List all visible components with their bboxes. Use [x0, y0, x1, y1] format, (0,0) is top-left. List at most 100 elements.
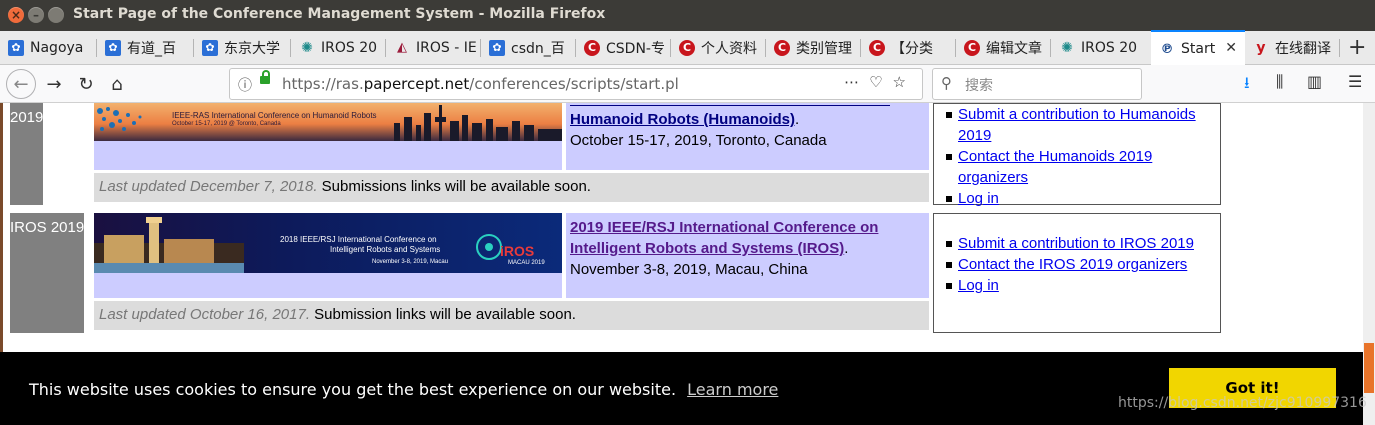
tab-csdn-baidu[interactable]: ✿ csdn_百 — [481, 31, 576, 64]
back-button[interactable]: ← — [6, 69, 36, 99]
bookmark-star-icon[interactable]: ☆ — [893, 73, 916, 91]
reload-button[interactable]: ↻ — [72, 70, 100, 98]
sidebar-icon[interactable]: ▥ — [1307, 72, 1322, 91]
youdao-icon: y — [1256, 39, 1266, 56]
humanoids-banner-image — [97, 105, 562, 141]
tab-profile[interactable]: C 个人资料 — [671, 31, 766, 64]
humanoids-info: Humanoid Robots (Humanoids). October 15-… — [566, 103, 929, 170]
humanoids-banner[interactable]: IEEE-RAS International Conference on Hum… — [94, 103, 562, 170]
list-item: Log in — [934, 275, 1220, 296]
search-bar[interactable]: ⚲ 搜索 — [932, 68, 1142, 100]
home-button[interactable]: ⌂ — [103, 70, 131, 98]
csdn-icon: C — [584, 39, 600, 56]
humanoids-conference-link[interactable]: Humanoid Robots (Humanoids) — [570, 111, 795, 128]
library-icon[interactable]: ⫼ — [1276, 72, 1283, 92]
search-placeholder: 搜索 — [965, 78, 993, 94]
tab-label: Start — [1181, 41, 1216, 57]
list-item: Submit a contribution to IROS 2019 — [934, 233, 1220, 254]
learn-more-link[interactable]: Learn more — [687, 380, 778, 399]
tab-label: 个人资料 — [701, 40, 757, 57]
tab-category-manage[interactable]: C 类别管理 — [766, 31, 861, 64]
page-actions-menu-icon[interactable]: ⋯ — [844, 73, 869, 91]
tab-label: 编辑文章 — [986, 40, 1042, 57]
banner-subcaption: November 3-8, 2019, Macau — [372, 259, 449, 265]
tab-label: IROS - IE — [416, 39, 477, 56]
submit-iros-link[interactable]: Submit a contribution to IROS 2019 — [958, 235, 1194, 252]
iros-links-box: Submit a contribution to IROS 2019 Conta… — [933, 213, 1221, 333]
updated-message: Submissions links will be available soon… — [317, 178, 591, 195]
papercept-icon: ℗ — [1160, 41, 1174, 57]
window-close-button[interactable]: × — [8, 7, 24, 23]
contact-humanoids-link[interactable]: Contact the Humanoids 2019 organizers — [958, 148, 1152, 186]
window-maximize-button[interactable] — [48, 7, 64, 23]
csdn-icon: C — [964, 39, 980, 56]
banner-caption: IEEE-RAS International Conference on Hum… — [172, 111, 377, 120]
submit-humanoids-link[interactable]: Submit a contribution to Humanoids 2019 — [958, 106, 1196, 144]
forward-button[interactable]: → — [40, 70, 68, 98]
iros-banner[interactable]: 2018 IEEE/RSJ International Conference o… — [94, 213, 562, 298]
login-humanoids-link[interactable]: Log in — [958, 190, 999, 207]
download-icon[interactable]: ⭳ — [1244, 72, 1250, 99]
conference-name-iros: IROS 2019 — [10, 213, 85, 333]
tab-tokyo-univ[interactable]: ✿ 东京大学 — [194, 31, 291, 64]
tab-iros-2[interactable]: ✺ IROS 20 — [1051, 31, 1151, 64]
tab-category[interactable]: C 【分类 — [861, 31, 956, 64]
cookie-consent-bar: This website uses cookies to ensure you … — [0, 352, 1363, 425]
url-text[interactable]: https://ras.papercept.net/conferences/sc… — [282, 75, 679, 93]
list-item: Contact the IROS 2019 organizers — [934, 254, 1220, 275]
ieee-icon: ✺ — [301, 39, 313, 56]
search-icon: ⚲ — [941, 74, 952, 92]
lock-icon[interactable] — [260, 70, 270, 84]
humanoids-dates: October 15-17, 2019, Toronto, Canada — [570, 132, 827, 149]
tab-label: 【分类 — [891, 40, 933, 57]
url-bar[interactable]: ⓘ https://ras.papercept.net/conferences/… — [229, 68, 923, 100]
title-overline — [570, 105, 890, 106]
scrollbar-thumb[interactable] — [1364, 343, 1374, 393]
login-iros-link[interactable]: Log in — [958, 277, 999, 294]
iros-logo-subtitle: MACAU 2019 — [508, 260, 545, 266]
contact-iros-link[interactable]: Contact the IROS 2019 organizers — [958, 256, 1187, 273]
iros-conference-link[interactable]: 2019 IEEE/RSJ International Conference o… — [570, 219, 878, 257]
updated-date: Last updated December 7, 2018. — [99, 178, 318, 195]
updated-date: Last updated October 16, 2017. — [99, 306, 310, 323]
tab-iros-ieee[interactable]: ◭ IROS - IE — [386, 31, 481, 64]
tab-youdao-baidu[interactable]: ✿ 有道_百 — [97, 31, 194, 64]
banner-subcaption: October 15-17, 2019 @ Toronto, Canada — [172, 121, 281, 127]
tab-edit-article[interactable]: C 编辑文章 — [956, 31, 1051, 64]
tab-strip: ✿ Nagoya ✿ 有道_百 ✿ 东京大学 ✺ IROS 20 ◭ IROS - IE … — [0, 30, 1375, 66]
csdn-icon: C — [774, 39, 790, 56]
paw-icon: ✿ — [8, 39, 24, 56]
title-suffix: . — [795, 111, 800, 128]
banner-caption-2: Intelligent Robots and Systems — [330, 245, 441, 254]
tab-label: 类别管理 — [796, 40, 852, 57]
tab-label: 东京大学 — [224, 40, 280, 57]
info-icon[interactable]: ⓘ — [238, 75, 252, 95]
tab-start-active[interactable]: ℗ Start ✕ — [1151, 30, 1245, 66]
close-tab-icon[interactable]: ✕ — [1225, 40, 1237, 56]
tab-label: csdn_百 — [511, 40, 565, 57]
humanoids-update-note: Last updated December 7, 2018. Submissio… — [94, 173, 929, 202]
paw-icon: ✿ — [489, 39, 505, 56]
window-title-bar: × – Start Page of the Conference Managem… — [0, 0, 1375, 31]
page-actions: ⋯♡☆ — [844, 73, 916, 91]
tab-iros-1[interactable]: ✺ IROS 20 — [291, 31, 386, 64]
tab-online-translate[interactable]: y 在线翻译 — [1245, 31, 1340, 64]
tab-label: CSDN-专 — [606, 40, 665, 57]
pocket-icon[interactable]: ♡ — [869, 73, 892, 91]
window-title: Start Page of the Conference Management … — [73, 6, 606, 22]
tab-label: Nagoya — [30, 39, 84, 56]
paw-icon: ✿ — [105, 39, 121, 56]
tab-label: 有道_百 — [127, 40, 176, 57]
new-tab-button[interactable]: + — [1348, 35, 1366, 60]
navigation-toolbar: ← → ↻ ⌂ ⓘ https://ras.papercept.net/conf… — [0, 65, 1375, 103]
iros-update-note: Last updated October 16, 2017. Submissio… — [94, 301, 929, 330]
banner-caption: 2018 IEEE/RSJ International Conference o… — [280, 235, 437, 244]
paw-icon: ✿ — [202, 39, 218, 56]
list-item: Log in — [934, 188, 1220, 209]
iros-dates: November 3-8, 2019, Macau, China — [570, 261, 808, 278]
tab-csdn-column[interactable]: C CSDN-专 — [576, 31, 671, 64]
tab-nagoya[interactable]: ✿ Nagoya — [0, 31, 97, 64]
hamburger-menu-icon[interactable]: ☰ — [1348, 72, 1362, 91]
csdn-icon: C — [869, 39, 885, 56]
window-minimize-button[interactable]: – — [28, 7, 44, 23]
